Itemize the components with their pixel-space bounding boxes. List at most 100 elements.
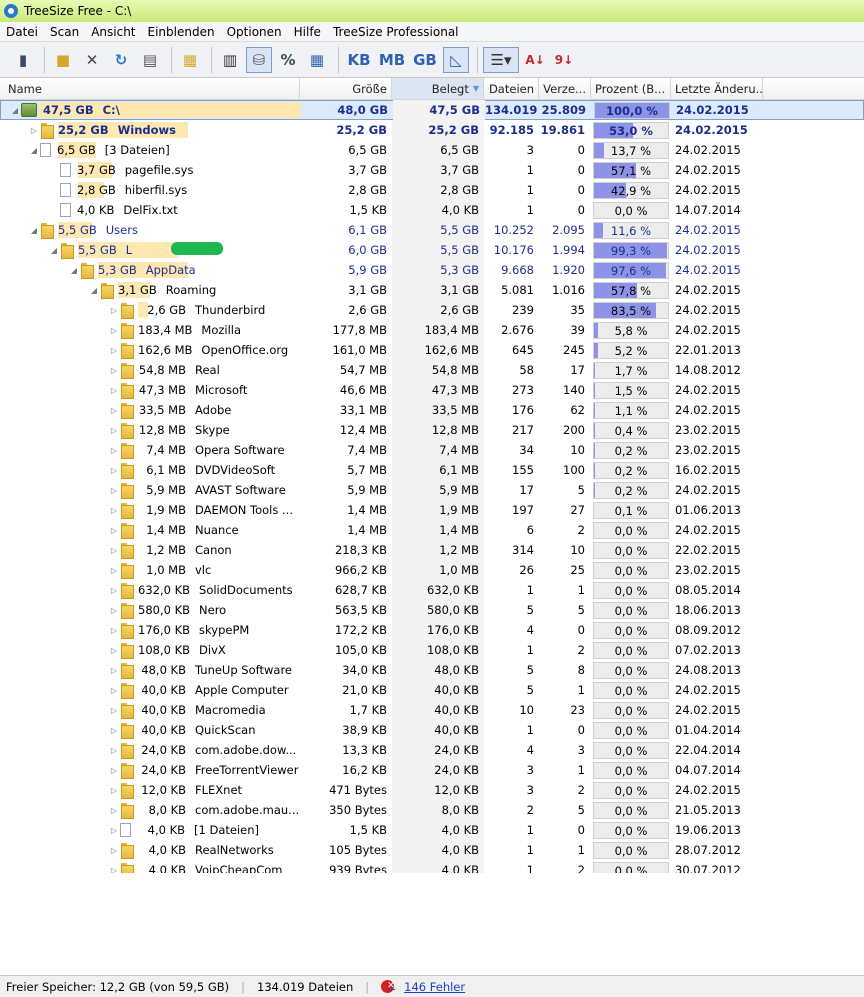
tree-row[interactable]: ▷ 6,1 MB DVDVideoSoft 5,7 MB 6,1 MB 155 100 0,2… <box>0 460 864 480</box>
tree-row[interactable]: ▷ 2,6 GB Thunderbird 2,6 GB 2,6 GB 239 35 83,5 … <box>0 300 864 320</box>
col-size[interactable]: Größe <box>300 78 392 99</box>
col-files[interactable]: Dateien <box>484 78 539 99</box>
menu-ansicht[interactable]: Ansicht <box>85 25 141 39</box>
expand-icon[interactable]: ▷ <box>108 706 120 715</box>
expand-icon[interactable]: ▷ <box>108 626 120 635</box>
tree-row[interactable]: ◢ 47,5 GB C:\ 48,0 GB 47,5 GB 134.019 25.809 10… <box>0 100 864 120</box>
tree-row[interactable]: ▷ 632,0 KB SolidDocuments 628,7 KB 632,0 KB 1… <box>0 580 864 600</box>
tree-row[interactable]: ▷ 4,0 KB VoipCheapCom 939 Bytes 4,0 KB 1 2 0,0 … <box>0 860 864 873</box>
expand-icon[interactable]: ▷ <box>108 666 120 675</box>
tree-row[interactable]: ▷ 4,0 KB [1 Dateien] 1,5 KB 4,0 KB 1 0 0,0 % 19.… <box>0 820 864 840</box>
tree-row[interactable]: ▷ 1,9 MB DAEMON Tools ... 1,4 MB 1,9 MB 197 27… <box>0 500 864 520</box>
tree-row[interactable]: 2,8 GB hiberfil.sys 2,8 GB 2,8 GB 1 0 42,9 % 24… <box>0 180 864 200</box>
tree-row[interactable]: ▷ 183,4 MB Mozilla 177,8 MB 183,4 MB 2.676 39 5… <box>0 320 864 340</box>
collapse-icon[interactable]: ◢ <box>68 266 80 275</box>
scan-icon[interactable]: ▮ <box>10 47 36 73</box>
print-icon[interactable]: ▤ <box>137 47 163 73</box>
expand-icon[interactable]: ▷ <box>108 466 120 475</box>
tree-row[interactable]: ▷ 40,0 KB Macromedia 1,7 KB 40,0 KB 10 23 0,0 %… <box>0 700 864 720</box>
tree-row[interactable]: ▷ 1,4 MB Nuance 1,4 MB 1,4 MB 6 2 0,0 % 24.02.20… <box>0 520 864 540</box>
menu-scan[interactable]: Scan <box>44 25 85 39</box>
gb-button[interactable]: GB <box>410 47 440 73</box>
expand-icon[interactable]: ▷ <box>108 386 120 395</box>
collapse-icon[interactable]: ◢ <box>88 286 100 295</box>
percent-button[interactable]: % <box>275 47 301 73</box>
tree-row[interactable]: ▷ 33,5 MB Adobe 33,1 MB 33,5 MB 176 62 1,1 % 24.… <box>0 400 864 420</box>
tree-row[interactable]: ▷ 176,0 KB skypePM 172,2 KB 176,0 KB 4 0 0,0 % 0… <box>0 620 864 640</box>
tree-row[interactable]: ▷ 1,0 MB vlc 966,2 KB 1,0 MB 26 25 0,0 % 23.02.2… <box>0 560 864 580</box>
expand-icon[interactable]: ▷ <box>108 406 120 415</box>
expand-icon[interactable]: ▷ <box>108 826 120 835</box>
expand-icon[interactable]: ▷ <box>108 506 120 515</box>
tree-row[interactable]: ▷ 24,0 KB com.adobe.dow... 13,3 KB 24,0 KB 4 3… <box>0 740 864 760</box>
tree-row[interactable]: ◢ 6,5 GB [3 Dateien] 6,5 GB 6,5 GB 3 0 13,7 % 24… <box>0 140 864 160</box>
expand-icon[interactable]: ▷ <box>108 346 120 355</box>
auto-units-icon[interactable]: ◺ <box>443 46 469 73</box>
expand-icon[interactable]: ▷ <box>108 806 120 815</box>
expand-icon[interactable]: ▷ <box>108 866 120 874</box>
tree-row[interactable]: ▷ 1,2 MB Canon 218,3 KB 1,2 MB 314 10 0,0 % 22.0… <box>0 540 864 560</box>
expand-icon[interactable]: ▷ <box>28 126 40 135</box>
tree-row[interactable]: ◢ 5,5 GB Users 6,1 GB 5,5 GB 10.252 2.095 11,6 … <box>0 220 864 240</box>
expand-icon[interactable]: ▷ <box>108 306 120 315</box>
tree-row[interactable]: ▷ 8,0 KB com.adobe.mau... 350 Bytes 8,0 KB 2 5… <box>0 800 864 820</box>
tree-row[interactable]: ◢ 5,3 GB AppData 5,9 GB 5,3 GB 9.668 1.920 97,6… <box>0 260 864 280</box>
expand-icon[interactable]: ▷ <box>108 686 120 695</box>
sort-az-icon[interactable]: A↓ <box>522 47 548 73</box>
tree-row[interactable]: ▷ 40,0 KB QuickScan 38,9 KB 40,0 KB 1 0 0,0 % 01… <box>0 720 864 740</box>
tree-row[interactable]: ▷ 162,6 MB OpenOffice.org 161,0 MB 162,6 MB 6… <box>0 340 864 360</box>
kb-button[interactable]: KB <box>344 47 374 73</box>
tree-row[interactable]: ▷ 40,0 KB Apple Computer 21,0 KB 40,0 KB 5 1 0,… <box>0 680 864 700</box>
expand-icon[interactable]: ▷ <box>108 446 120 455</box>
collapse-icon[interactable]: ◢ <box>9 106 21 115</box>
tree-row[interactable]: ▷ 12,0 KB FLEXnet 471 Bytes 12,0 KB 3 2 0,0 % 24… <box>0 780 864 800</box>
tree-row[interactable]: ◢ 3,1 GB Roaming 3,1 GB 3,1 GB 5.081 1.016 57,8… <box>0 280 864 300</box>
expand-icon[interactable]: ▷ <box>108 586 120 595</box>
tree-row[interactable]: ◢ 5,5 GB L 6,0 GB 5,5 GB 10.176 1.994 99,3 % 24.… <box>0 240 864 260</box>
cancel-icon[interactable]: ✕ <box>79 47 105 73</box>
col-percent[interactable]: Prozent (B... <box>591 78 671 99</box>
expand-icon[interactable]: ▷ <box>108 606 120 615</box>
columns-icon[interactable]: ☰▾ <box>483 46 519 73</box>
tree-row[interactable]: ▷ 54,8 MB Real 54,7 MB 54,8 MB 58 17 1,7 % 14.08… <box>0 360 864 380</box>
col-name[interactable]: Name <box>0 78 300 99</box>
tree-row[interactable]: ▷ 108,0 KB DivX 105,0 KB 108,0 KB 1 2 0,0 % 07.0… <box>0 640 864 660</box>
mb-button[interactable]: MB <box>377 47 407 73</box>
sort-size-icon[interactable]: 9↓ <box>551 47 577 73</box>
menu-einblenden[interactable]: Einblenden <box>142 25 221 39</box>
tree-row[interactable]: ▷ 25,2 GB Windows 25,2 GB 25,2 GB 92.185 19.86… <box>0 120 864 140</box>
col-dirs[interactable]: Verze... <box>539 78 591 99</box>
col-alloc[interactable]: Belegt ▼ <box>392 78 484 99</box>
expand-icon[interactable]: ▷ <box>108 746 120 755</box>
tree-row[interactable]: ▷ 580,0 KB Nero 563,5 KB 580,0 KB 5 5 0,0 % 18.0… <box>0 600 864 620</box>
tree-row[interactable]: ▷ 12,8 MB Skype 12,4 MB 12,8 MB 217 200 0,4 % 23… <box>0 420 864 440</box>
menu-datei[interactable]: Datei <box>0 25 44 39</box>
expand-icon[interactable]: ▷ <box>108 766 120 775</box>
bars-icon[interactable]: ▥ <box>217 47 243 73</box>
tree-row[interactable]: ▷ 48,0 KB TuneUp Software 34,0 KB 48,0 KB 5 8 0… <box>0 660 864 680</box>
expand-icon[interactable]: ▷ <box>108 526 120 535</box>
col-date[interactable]: Letzte Änderu... <box>671 78 763 99</box>
expand-icon[interactable]: ▷ <box>108 366 120 375</box>
tree-row[interactable]: ▷ 47,3 MB Microsoft 46,6 MB 47,3 MB 273 140 1,5… <box>0 380 864 400</box>
tree-row[interactable]: ▷ 7,4 MB Opera Software 7,4 MB 7,4 MB 34 10 0,2… <box>0 440 864 460</box>
collapse-icon[interactable]: ◢ <box>28 146 40 155</box>
tree-row[interactable]: 4,0 KB DelFix.txt 1,5 KB 4,0 KB 1 0 0,0 % 14.07… <box>0 200 864 220</box>
expand-icon[interactable]: ▷ <box>108 546 120 555</box>
open-folder-icon[interactable]: ■ <box>50 47 76 73</box>
expand-icon[interactable]: ▷ <box>108 786 120 795</box>
expand-icon[interactable]: ▷ <box>108 726 120 735</box>
menu-hilfe[interactable]: Hilfe <box>288 25 327 39</box>
expand-icon[interactable]: ▷ <box>108 326 120 335</box>
export-icon[interactable]: ▦ <box>177 47 203 73</box>
expand-icon[interactable]: ▷ <box>108 566 120 575</box>
collapse-icon[interactable]: ◢ <box>48 246 60 255</box>
tree-row[interactable]: ▷ 4,0 KB RealNetworks 105 Bytes 4,0 KB 1 1 0,0 … <box>0 840 864 860</box>
menu-optionen[interactable]: Optionen <box>221 25 288 39</box>
errors-link[interactable]: ✕ 146 Fehler <box>375 980 477 994</box>
tree-row[interactable]: ▷ 24,0 KB FreeTorrentViewer 16,2 KB 24,0 KB 3… <box>0 760 864 780</box>
menu-treesize-professional[interactable]: TreeSize Professional <box>327 25 465 39</box>
tree-list[interactable]: ◢ 47,5 GB C:\ 48,0 GB 47,5 GB 134.019 25.809 10… <box>0 100 864 873</box>
expand-icon[interactable]: ▷ <box>108 426 120 435</box>
tree-row[interactable]: ▷ 5,9 MB AVAST Software 5,9 MB 5,9 MB 17 5 0,2 … <box>0 480 864 500</box>
